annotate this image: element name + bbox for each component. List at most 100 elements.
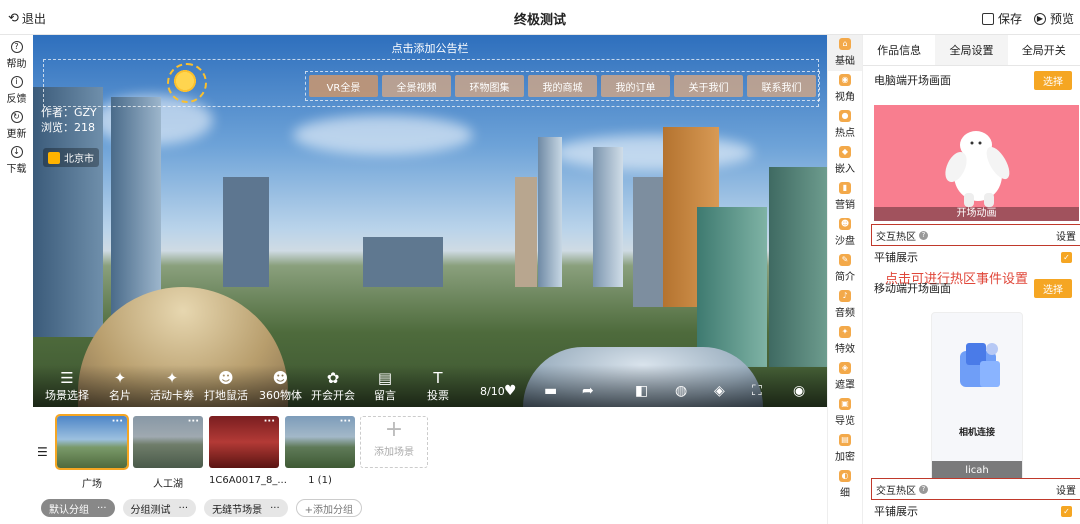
help-button[interactable]: ? 帮助 [0,41,33,70]
more-icon[interactable]: ··· [340,416,351,427]
more-icon[interactable]: ··· [270,503,280,514]
top-bar: ⟲ 退出 终极测试 保存 ▶ 预览 [0,0,1080,35]
group-seamless[interactable]: 无缝节场景 ··· [204,499,288,517]
object-360-button[interactable]: ☻ 360物体 [259,370,302,403]
menu-item-shop[interactable]: 我的商城 [528,75,597,97]
share-icon[interactable]: ➦ [582,383,594,399]
notice-bar[interactable]: 点击添加公告栏 [33,40,827,56]
heart-icon[interactable]: ♥ [504,383,517,399]
eye-icon[interactable]: ◉ [793,383,805,399]
message-button[interactable]: ▤ 留言 [374,370,396,403]
fullscreen-icon[interactable]: ⛶ [752,383,762,399]
pc-opening-preview[interactable]: 开场动画 [874,105,1079,221]
tab-global-switches[interactable]: 全局开关 [1008,35,1080,65]
group-test[interactable]: 分组测试 ··· [122,499,197,517]
menu-item-vr[interactable]: VR全景 [309,75,378,97]
mobile-select-button[interactable]: 选择 [1034,278,1072,298]
menu-item-video[interactable]: 全景视频 [382,75,451,97]
coupon-icon: ✦ [165,369,179,387]
tab-work-info[interactable]: 作品信息 [863,35,935,65]
more-icon[interactable]: ··· [188,416,199,427]
vote-button[interactable]: T 投票 [427,370,449,403]
tab-global-settings[interactable]: 全局设置 [935,35,1008,65]
tool-intro[interactable]: ✎ 简介 [828,251,862,287]
question-icon[interactable]: ? [919,484,928,494]
page-title: 终极测试 [513,13,566,28]
gyro-icon[interactable]: ◈ [714,383,725,399]
tile-display-row-pc: 平铺展示 ✓ [863,246,1080,268]
tool-embed[interactable]: ◆ 嵌入 [828,143,862,179]
tool-label: 简介 [835,272,855,283]
hotzone-settings-button[interactable]: 设置 [1056,228,1076,243]
tool-detail[interactable]: ◐ 细 [828,467,862,503]
download-button[interactable]: ↓ 下载 [0,146,33,175]
tag-icon: ◆ [839,146,851,158]
cloud [553,135,753,170]
tool-audio[interactable]: ♪ 音频 [828,287,862,323]
update-button[interactable]: ↻ 更新 [0,111,33,140]
tool-encrypt[interactable]: ▤ 加密 [828,431,862,467]
menu-item-about[interactable]: 关于我们 [674,75,743,97]
tile-display-checkbox[interactable]: ✓ [1061,505,1072,517]
scene-thumb-3[interactable]: ··· [209,416,279,468]
home-icon: ⌂ [839,38,851,50]
panorama-viewer[interactable]: 点击添加公告栏 VR全景 全景视频 环物图集 我的商城 我的订单 关于我们 联系… [33,35,827,407]
tool-label: 基础 [835,56,855,67]
more-icon[interactable]: ··· [264,416,275,427]
menu-item-contact[interactable]: 联系我们 [747,75,816,97]
add-scene-button[interactable]: + 添加场景 [360,416,428,468]
comment-icon[interactable]: ▬ [544,383,557,399]
save-button[interactable]: 保存 [981,10,1022,27]
tool-guide[interactable]: ▣ 导览 [828,395,862,431]
tool-label: 热点 [835,128,855,139]
coupon-button[interactable]: ✦ 活动卡劵 [150,370,194,403]
hotzone-settings-button[interactable]: 设置 [1056,482,1076,497]
tool-marketing[interactable]: ▮ 营销 [828,179,862,215]
author-info: 作者：GZY 浏览：218 [41,105,97,135]
scene-thumb-1[interactable]: ··· [55,414,129,470]
help-label: 帮助 [6,59,27,70]
card-button[interactable]: ✦ 名片 [109,370,131,403]
tile-display-label: 平铺展示 [874,251,918,264]
hotzone-row-pc[interactable]: 交互热区 ? 设置 [871,224,1080,246]
tool-sandbox[interactable]: ☻ 沙盘 [828,215,862,251]
scene-thumb-4[interactable]: ··· [285,416,355,468]
scene-select-button[interactable]: ☰ 场景选择 [45,370,89,403]
menu-item-orders[interactable]: 我的订单 [601,75,670,97]
meeting-button[interactable]: ✿ 开会开会 [311,370,355,403]
mole-icon: ☻ [218,369,234,387]
add-group-button[interactable]: +添加分组 [295,499,363,517]
mobile-opening-title: 移动端开场画面 [874,282,951,295]
tool-view[interactable]: ◉ 视角 [828,71,862,107]
preview-button[interactable]: ▶ 预览 [1033,10,1074,27]
card-icon: ✦ [113,369,127,387]
hotzone-row-mobile[interactable]: 交互热区 ? 设置 [871,478,1080,500]
vr-glasses-icon[interactable]: ◍ [675,383,687,399]
tool-hotspot[interactable]: ● 热点 [828,107,862,143]
feedback-button[interactable]: i 反馈 [0,76,33,105]
sparkle-icon: ✦ [839,326,851,338]
mobile-opening-preview[interactable]: 相机连接 licah [931,312,1023,482]
group-default[interactable]: 默认分组 ··· [41,499,115,517]
pc-preview-caption: 开场动画 [874,207,1079,221]
location-badge[interactable]: 北京市 [43,148,99,167]
menu-item-gallery[interactable]: 环物图集 [455,75,524,97]
tool-effects[interactable]: ✦ 特效 [828,323,862,359]
tool-label: 沙盘 [835,236,855,247]
scene-select-label: 场景选择 [45,389,89,402]
more-icon[interactable]: ··· [97,503,107,514]
collapse-icon[interactable]: ☰ [37,445,48,459]
pc-select-button[interactable]: 选择 [1034,70,1072,90]
download-icon: ↓ [10,146,23,158]
tile-display-checkbox[interactable]: ✓ [1061,251,1072,263]
more-icon[interactable]: ··· [112,416,123,427]
speaker-icon: ♪ [839,290,851,302]
more-icon[interactable]: ··· [179,503,189,514]
question-icon[interactable]: ? [919,230,928,240]
scene-thumb-2[interactable]: ··· [133,416,203,468]
layout-icon[interactable]: ◧ [635,383,648,399]
exit-button[interactable]: ⟲ 退出 [8,10,46,27]
tool-basic[interactable]: ⌂ 基础 [828,35,862,71]
tool-mask[interactable]: ◈ 遮罩 [828,359,862,395]
whack-mole-button[interactable]: ☻ 打地鼠活 [204,370,248,403]
